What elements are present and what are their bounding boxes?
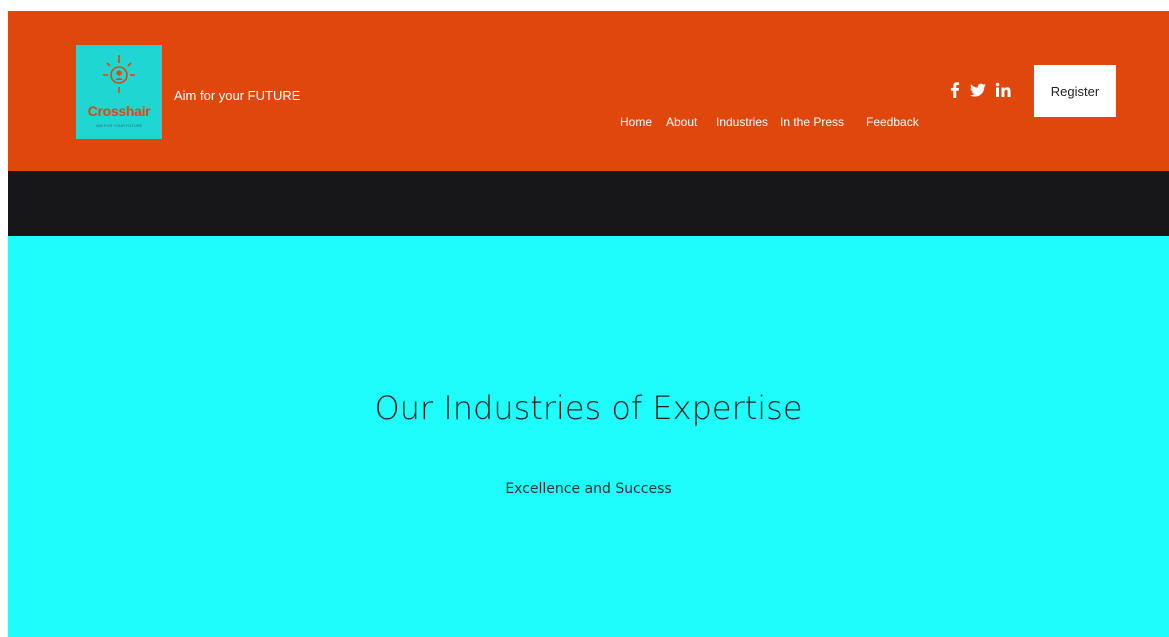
site-header: Crosshair AIM FOR YOUR FUTURE Aim for yo… bbox=[8, 11, 1169, 171]
nav-industries[interactable]: Industries bbox=[716, 114, 768, 130]
logo-name: Crosshair bbox=[87, 103, 151, 119]
site-logo[interactable]: Crosshair AIM FOR YOUR FUTURE bbox=[76, 45, 162, 139]
crosshair-logo-icon bbox=[103, 55, 135, 93]
nav-home[interactable]: Home bbox=[620, 114, 652, 130]
nav-in-the-press[interactable]: In the Press bbox=[780, 114, 844, 130]
nav-about[interactable]: About bbox=[666, 114, 697, 130]
logo-tagline: AIM FOR YOUR FUTURE bbox=[95, 123, 143, 128]
facebook-icon[interactable] bbox=[947, 80, 963, 100]
hero-title: Our Industries of Expertise bbox=[374, 389, 803, 427]
dark-band bbox=[8, 171, 1169, 236]
page: Crosshair AIM FOR YOUR FUTURE Aim for yo… bbox=[8, 11, 1169, 637]
register-button[interactable]: Register bbox=[1034, 65, 1116, 117]
twitter-icon[interactable] bbox=[969, 80, 987, 100]
hero-subtitle: Excellence and Success bbox=[505, 481, 672, 497]
linkedin-icon[interactable] bbox=[994, 80, 1012, 100]
site-tagline: Aim for your FUTURE bbox=[174, 88, 301, 103]
hero-section: Our Industries of Expertise Excellence a… bbox=[8, 236, 1169, 637]
nav-feedback[interactable]: Feedback bbox=[866, 114, 919, 130]
